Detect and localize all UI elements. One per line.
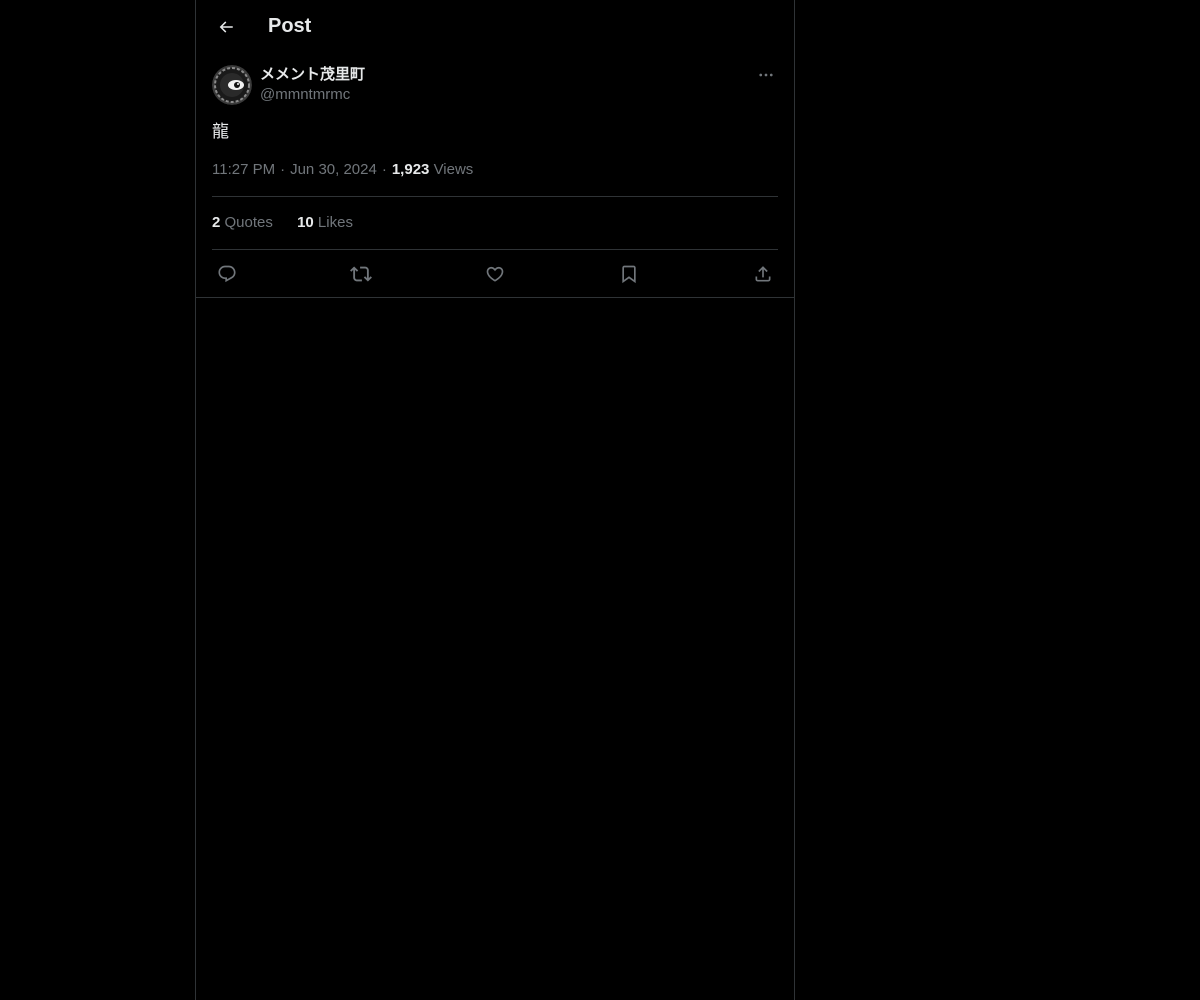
likes-label: Likes xyxy=(317,214,353,231)
divider xyxy=(196,297,794,298)
post-metadata: 11:27 PM · Jun 30, 2024 · 1,923 Views xyxy=(212,160,473,180)
post-actions xyxy=(212,250,778,297)
bookmark-icon xyxy=(619,264,639,284)
page-header: Post xyxy=(196,0,794,53)
reply-icon xyxy=(217,264,237,284)
quotes-label: Quotes xyxy=(224,214,273,231)
separator: · xyxy=(381,161,387,178)
post-stats: 2 Quotes 10 Likes xyxy=(212,213,373,233)
post-date[interactable]: Jun 30, 2024 xyxy=(290,161,377,178)
bookmark-button[interactable] xyxy=(614,259,644,289)
author-handle[interactable]: @mmntmrmc xyxy=(260,85,350,105)
primary-column: Post メメント茂里町 @mmntmrmc 龍 11:27 PM · Jun … xyxy=(195,0,795,1000)
author-display-name[interactable]: メメント茂里町 xyxy=(260,65,365,85)
post-author: メメント茂里町 @mmntmrmc xyxy=(212,65,778,105)
like-icon xyxy=(485,264,505,284)
quotes-stat[interactable]: 2 Quotes xyxy=(212,214,273,231)
more-options-button[interactable] xyxy=(754,63,778,87)
likes-count: 10 xyxy=(297,214,314,231)
share-button[interactable] xyxy=(748,259,778,289)
share-icon xyxy=(753,264,773,284)
quotes-count: 2 xyxy=(212,214,221,231)
more-horizontal-icon xyxy=(757,66,775,84)
back-button[interactable] xyxy=(208,9,244,45)
views-label: Views xyxy=(433,161,474,178)
views-count: 1,923 xyxy=(391,161,430,178)
page-title: Post xyxy=(268,15,312,37)
repost-icon xyxy=(350,263,372,285)
arrow-left-icon xyxy=(217,18,235,36)
divider xyxy=(212,196,778,197)
likes-stat[interactable]: 10 Likes xyxy=(297,214,353,231)
post-text: 龍 xyxy=(212,122,229,141)
reply-button[interactable] xyxy=(212,259,242,289)
like-button[interactable] xyxy=(480,259,510,289)
post-time[interactable]: 11:27 PM xyxy=(212,161,275,178)
separator: · xyxy=(280,161,286,178)
repost-button[interactable] xyxy=(346,259,376,289)
avatar[interactable] xyxy=(212,65,252,105)
